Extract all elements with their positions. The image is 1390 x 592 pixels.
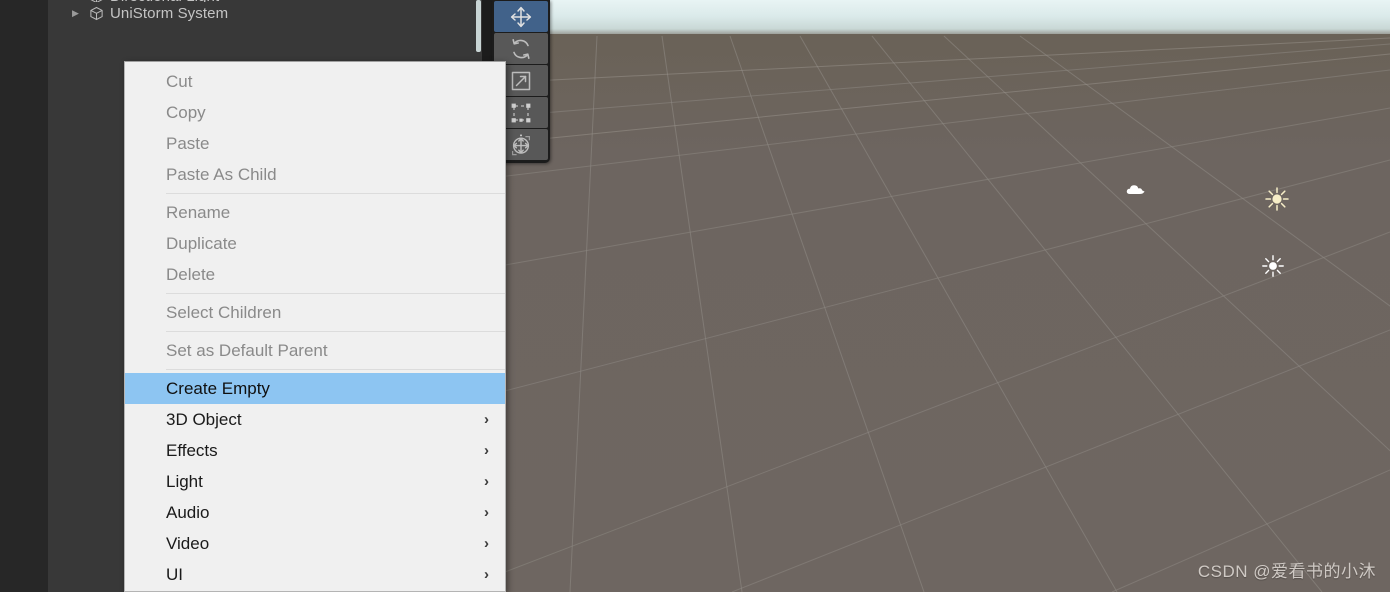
menu-item-label: Create Empty [166, 379, 270, 398]
menu-item-copy: Copy [125, 97, 505, 128]
menu-item-cut: Cut [125, 66, 505, 97]
combined-transform-icon [511, 133, 530, 155]
menu-item-audio[interactable]: Audio › [125, 497, 505, 528]
menu-item-delete: Delete [125, 259, 505, 290]
menu-separator [166, 293, 505, 294]
menu-item-3d-object[interactable]: 3D Object › [125, 404, 505, 435]
csdn-watermark: CSDN @爱看书的小沐 [1197, 562, 1376, 581]
menu-item-label: Video [166, 534, 210, 553]
menu-item-label: 3D Object [166, 410, 242, 429]
ground-plane [492, 34, 1390, 592]
menu-separator [166, 331, 505, 332]
menu-item-create-empty[interactable]: Create Empty [125, 373, 505, 404]
menu-item-paste-as-child: Paste As Child [125, 159, 505, 190]
left-rail [0, 0, 48, 592]
scale-square-arrow-icon [511, 71, 531, 90]
expand-arrow-icon: ▶ [72, 0, 86, 1]
menu-item-set-as-default-parent: Set as Default Parent [125, 335, 505, 366]
hierarchy-context-menu[interactable]: Cut Copy Paste Paste As Child Rename Duplicat… [124, 61, 506, 592]
sky-backdrop [492, 0, 1390, 36]
menu-separator [166, 193, 505, 194]
menu-item-duplicate: Duplicate [125, 228, 505, 259]
menu-item-ui[interactable]: UI › [125, 559, 505, 590]
submenu-chevron-right-icon: › [484, 442, 489, 459]
move-arrows-icon [510, 6, 532, 27]
menu-item-label: Effects [166, 441, 218, 460]
unity-editor-screenshot: ▶ Directional Light ▶ UniStor [0, 0, 1390, 592]
submenu-chevron-right-icon: › [484, 566, 489, 583]
menu-item-rename: Rename [125, 197, 505, 228]
menu-item-light[interactable]: Light › [125, 466, 505, 497]
submenu-chevron-right-icon: › [484, 473, 489, 490]
menu-item-label: Copy [166, 103, 206, 122]
menu-item-label: Delete [166, 265, 216, 284]
menu-item-label: Rename [166, 203, 231, 222]
menu-item-label: Paste As Child [166, 165, 277, 184]
rotate-arrows-icon [512, 38, 530, 59]
rect-transform-icon [511, 103, 531, 122]
menu-item-select-children: Select Children [125, 297, 505, 328]
menu-separator [166, 369, 505, 370]
menu-item-paste: Paste [125, 128, 505, 159]
move-tool-button[interactable] [494, 1, 548, 32]
menu-item-video[interactable]: Video › [125, 528, 505, 559]
hierarchy-scrollbar-thumb[interactable] [476, 0, 481, 52]
hierarchy-item-label: UniStorm System [110, 4, 229, 22]
menu-item-label: Paste [166, 134, 210, 153]
menu-item-label: Cut [166, 72, 193, 91]
scene-viewport[interactable]: CSDN @爱看书的小沐 [492, 0, 1390, 592]
gameobject-cube-icon [86, 6, 106, 21]
menu-item-label: Duplicate [166, 234, 237, 253]
menu-item-label: Audio [166, 503, 210, 522]
menu-item-effects[interactable]: Effects › [125, 435, 505, 466]
menu-item-label: Set as Default Parent [166, 341, 328, 360]
menu-item-label: UI [166, 565, 183, 584]
rotate-tool-button[interactable] [494, 33, 548, 64]
submenu-chevron-right-icon: › [484, 535, 489, 552]
submenu-chevron-right-icon: › [484, 411, 489, 428]
expand-arrow-icon[interactable]: ▶ [72, 8, 86, 18]
menu-item-label: Select Children [166, 303, 282, 322]
hierarchy-tree: ▶ Directional Light ▶ UniStor [48, 0, 482, 24]
submenu-chevron-right-icon: › [484, 504, 489, 521]
menu-item-label: Light [166, 472, 203, 491]
hierarchy-item-unistorm-system[interactable]: ▶ UniStorm System [48, 2, 482, 24]
